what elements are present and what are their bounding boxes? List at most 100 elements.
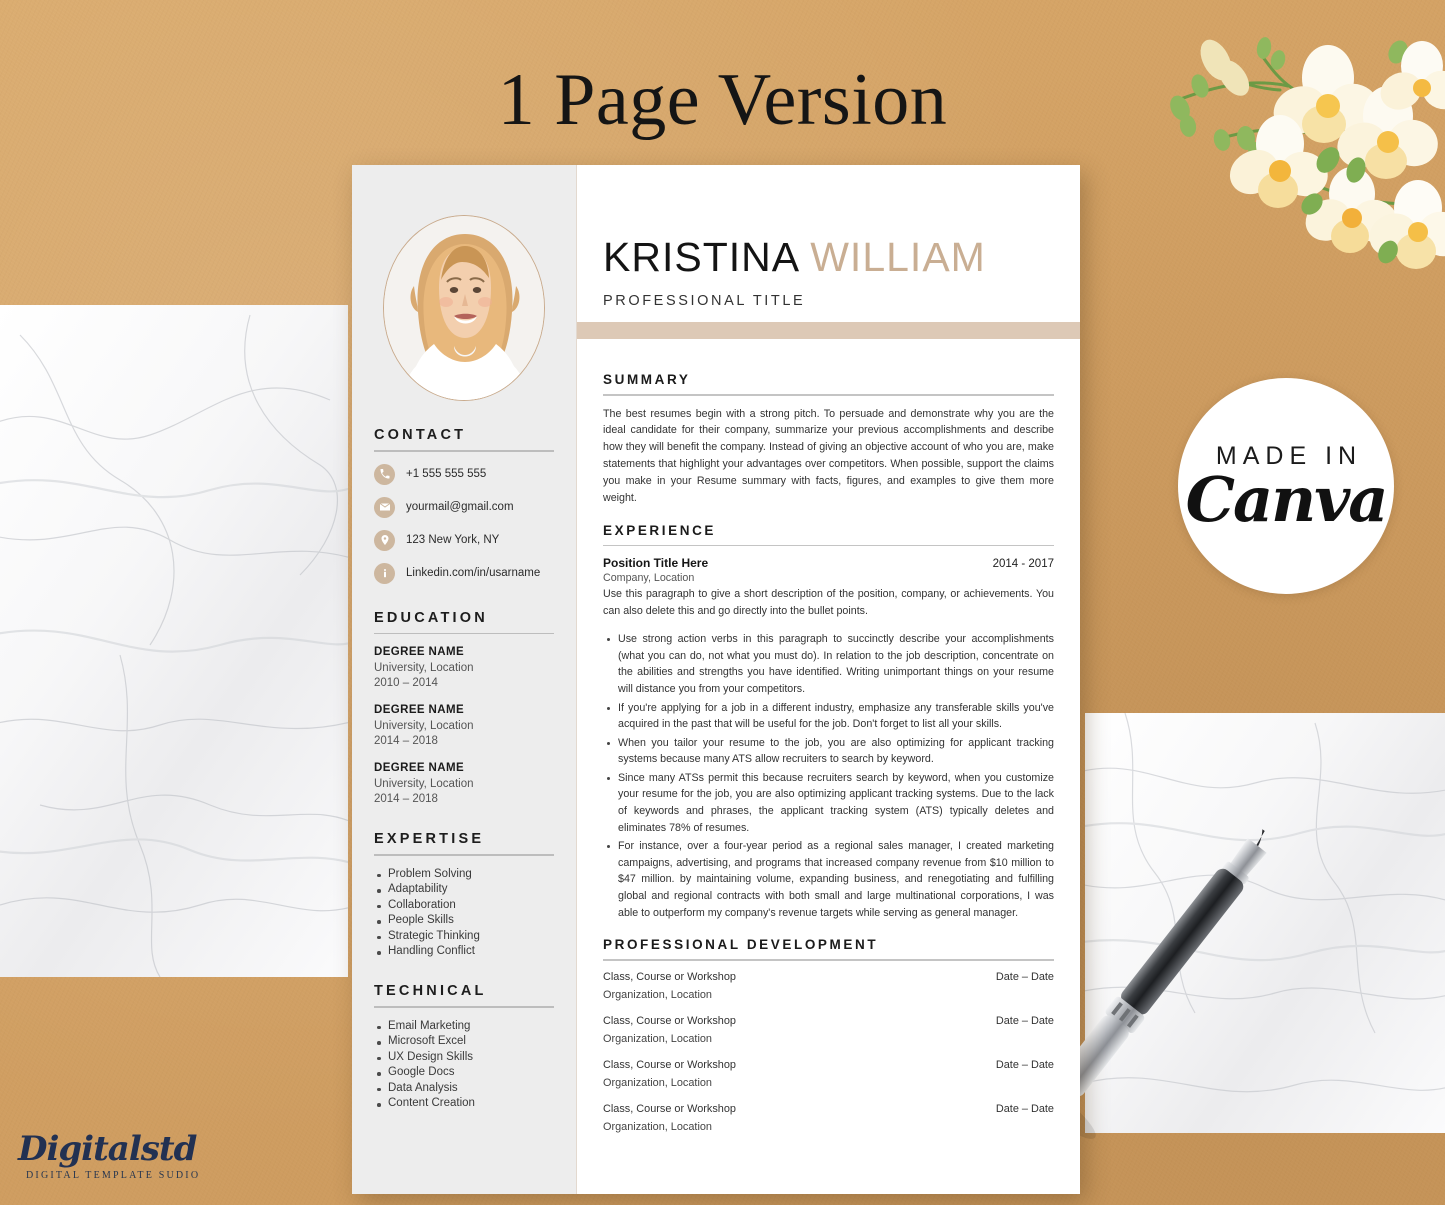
job-bullet-list: Use strong action verbs in this paragrap… <box>603 631 1054 921</box>
logo-tagline: DIGITAL TEMPLATE SUDIO <box>26 1170 201 1181</box>
list-item: Strategic Thinking <box>374 930 554 942</box>
page-title: 1 Page Version <box>497 59 948 141</box>
contact-phone[interactable]: +1 555 555 555 <box>374 463 554 485</box>
contact-linkedin-value: Linkedin.com/in/usarname <box>406 567 541 579</box>
pd-organization: Organization, Location <box>603 1032 712 1045</box>
education-dates: 2014 – 2018 <box>374 735 438 747</box>
list-item: People Skills <box>374 914 554 926</box>
education-entry: DEGREE NAME University, Location 2014 – … <box>374 704 554 747</box>
made-in-canva-badge: MADE IN Canva <box>1178 378 1394 594</box>
education-dates: 2010 – 2014 <box>374 677 438 689</box>
professional-development-heading: PROFESSIONAL DEVELOPMENT <box>603 937 879 953</box>
logo-brand-name: Digitalstd <box>18 1129 197 1169</box>
list-item: Content Creation <box>374 1097 554 1109</box>
pd-organization: Organization, Location <box>603 1120 712 1133</box>
list-item: Problem Solving <box>374 868 554 880</box>
experience-entry: Position Title Here 2014 - 2017 Company,… <box>603 556 1054 921</box>
job-description: Use this paragraph to give a short descr… <box>603 588 1054 618</box>
list-item: Use strong action verbs in this paragrap… <box>603 631 1054 697</box>
list-item: Collaboration <box>374 899 554 911</box>
list-item: Handling Conflict <box>374 945 554 957</box>
list-item: UX Design Skills <box>374 1051 554 1063</box>
professional-title: PROFESSIONAL TITLE <box>603 293 806 309</box>
experience-heading: EXPERIENCE <box>603 522 717 538</box>
professional-development-entry: Class, Course or Workshop Organization, … <box>603 1059 1054 1089</box>
education-divider <box>374 632 554 634</box>
contact-address[interactable]: 123 New York, NY <box>374 529 554 551</box>
contact-email[interactable]: yourmail@gmail.com <box>374 496 554 518</box>
list-item: Microsoft Excel <box>374 1035 554 1047</box>
pd-text-block: Class, Course or Workshop Organization, … <box>603 971 736 1001</box>
technical-divider <box>374 1006 554 1008</box>
pd-text-block: Class, Course or Workshop Organization, … <box>603 1103 736 1133</box>
contact-address-value: 123 New York, NY <box>406 534 500 546</box>
expertise-divider <box>374 854 554 856</box>
portrait-illustration <box>384 216 544 400</box>
technical-heading: TECHNICAL <box>374 983 487 999</box>
phone-icon <box>374 463 395 485</box>
pd-organization: Organization, Location <box>603 1076 712 1089</box>
education-degree: DEGREE NAME <box>374 646 465 658</box>
education-entry: DEGREE NAME University, Location 2014 – … <box>374 762 554 805</box>
candidate-name: KRISTINA WILLIAM <box>603 237 1080 278</box>
profile-photo-container <box>374 165 554 401</box>
professional-development-entry: Class, Course or Workshop Organization, … <box>603 1103 1054 1133</box>
resume-sidebar: CONTACT +1 555 555 555 yourmail@gmail.co… <box>352 165 577 1194</box>
contact-heading: CONTACT <box>374 427 467 443</box>
job-header: Position Title Here 2014 - 2017 <box>603 556 1054 570</box>
contact-linkedin[interactable]: Linkedin.com/in/usarname <box>374 562 554 584</box>
education-school: University, Location <box>374 720 474 732</box>
job-dates: 2014 - 2017 <box>992 558 1054 571</box>
pd-text-block: Class, Course or Workshop Organization, … <box>603 1059 736 1089</box>
expertise-heading: EXPERTISE <box>374 831 485 847</box>
marble-panel-left <box>0 305 348 977</box>
pd-organization: Organization, Location <box>603 988 712 1001</box>
freesia-flowers-decoration <box>1170 37 1445 269</box>
envelope-icon <box>374 496 395 518</box>
contact-divider <box>374 450 554 452</box>
name-last: WILLIAM <box>810 234 986 280</box>
badge-canva-wordmark: Canva <box>1185 462 1389 536</box>
avatar <box>383 215 545 401</box>
expertise-list: Problem Solving Adaptability Collaborati… <box>374 868 554 957</box>
location-pin-icon <box>374 529 395 551</box>
pd-title: Class, Course or Workshop <box>603 970 736 983</box>
pd-dates: Date – Date <box>995 1102 1054 1115</box>
resume-header: KRISTINA WILLIAM PROFESSIONAL TITLE <box>577 165 1080 322</box>
education-dates: 2014 – 2018 <box>374 793 438 805</box>
list-item: Adaptability <box>374 883 554 895</box>
contact-email-value: yourmail@gmail.com <box>406 501 514 513</box>
education-heading: EDUCATION <box>374 609 488 626</box>
list-item: Data Analysis <box>374 1082 554 1094</box>
list-item: If you're applying for a job in a differ… <box>603 700 1054 733</box>
resume-document: CONTACT +1 555 555 555 yourmail@gmail.co… <box>352 165 1080 1194</box>
header-accent-bar <box>577 322 1080 339</box>
professional-development-entry: Class, Course or Workshop Organization, … <box>603 1015 1054 1045</box>
summary-heading: SUMMARY <box>603 372 691 387</box>
pd-title: Class, Course or Workshop <box>603 1014 736 1027</box>
experience-divider <box>603 544 1054 547</box>
marble-veining <box>0 314 348 977</box>
resume-main-column: KRISTINA WILLIAM PROFESSIONAL TITLE SUMM… <box>577 165 1080 1194</box>
pd-text-block: Class, Course or Workshop Organization, … <box>603 1015 736 1045</box>
pd-dates: Date – Date <box>995 1058 1054 1071</box>
pd-title: Class, Course or Workshop <box>603 1102 736 1115</box>
summary-text: The best resumes begin with a strong pit… <box>603 407 1054 505</box>
list-item: For instance, over a four-year period as… <box>603 838 1054 921</box>
list-item: Google Docs <box>374 1066 554 1078</box>
info-icon <box>374 562 395 584</box>
pd-dates: Date – Date <box>995 970 1054 983</box>
list-item: Since many ATSs permit this because recr… <box>603 770 1054 836</box>
summary-divider <box>603 394 1054 396</box>
digitalstd-logo: Digitalstd DIGITAL TEMPLATE SUDIO <box>18 1132 208 1181</box>
education-entry: DEGREE NAME University, Location 2010 – … <box>374 646 554 689</box>
education-degree: DEGREE NAME <box>374 762 465 774</box>
contact-phone-value: +1 555 555 555 <box>406 468 487 480</box>
list-item: When you tailor your resume to the job, … <box>603 735 1054 768</box>
technical-list: Email Marketing Microsoft Excel UX Desig… <box>374 1020 554 1109</box>
professional-development-divider <box>603 959 1054 961</box>
list-item: Email Marketing <box>374 1020 554 1032</box>
professional-development-entry: Class, Course or Workshop Organization, … <box>603 971 1054 1001</box>
education-school: University, Location <box>374 662 474 674</box>
pd-title: Class, Course or Workshop <box>603 1058 736 1071</box>
